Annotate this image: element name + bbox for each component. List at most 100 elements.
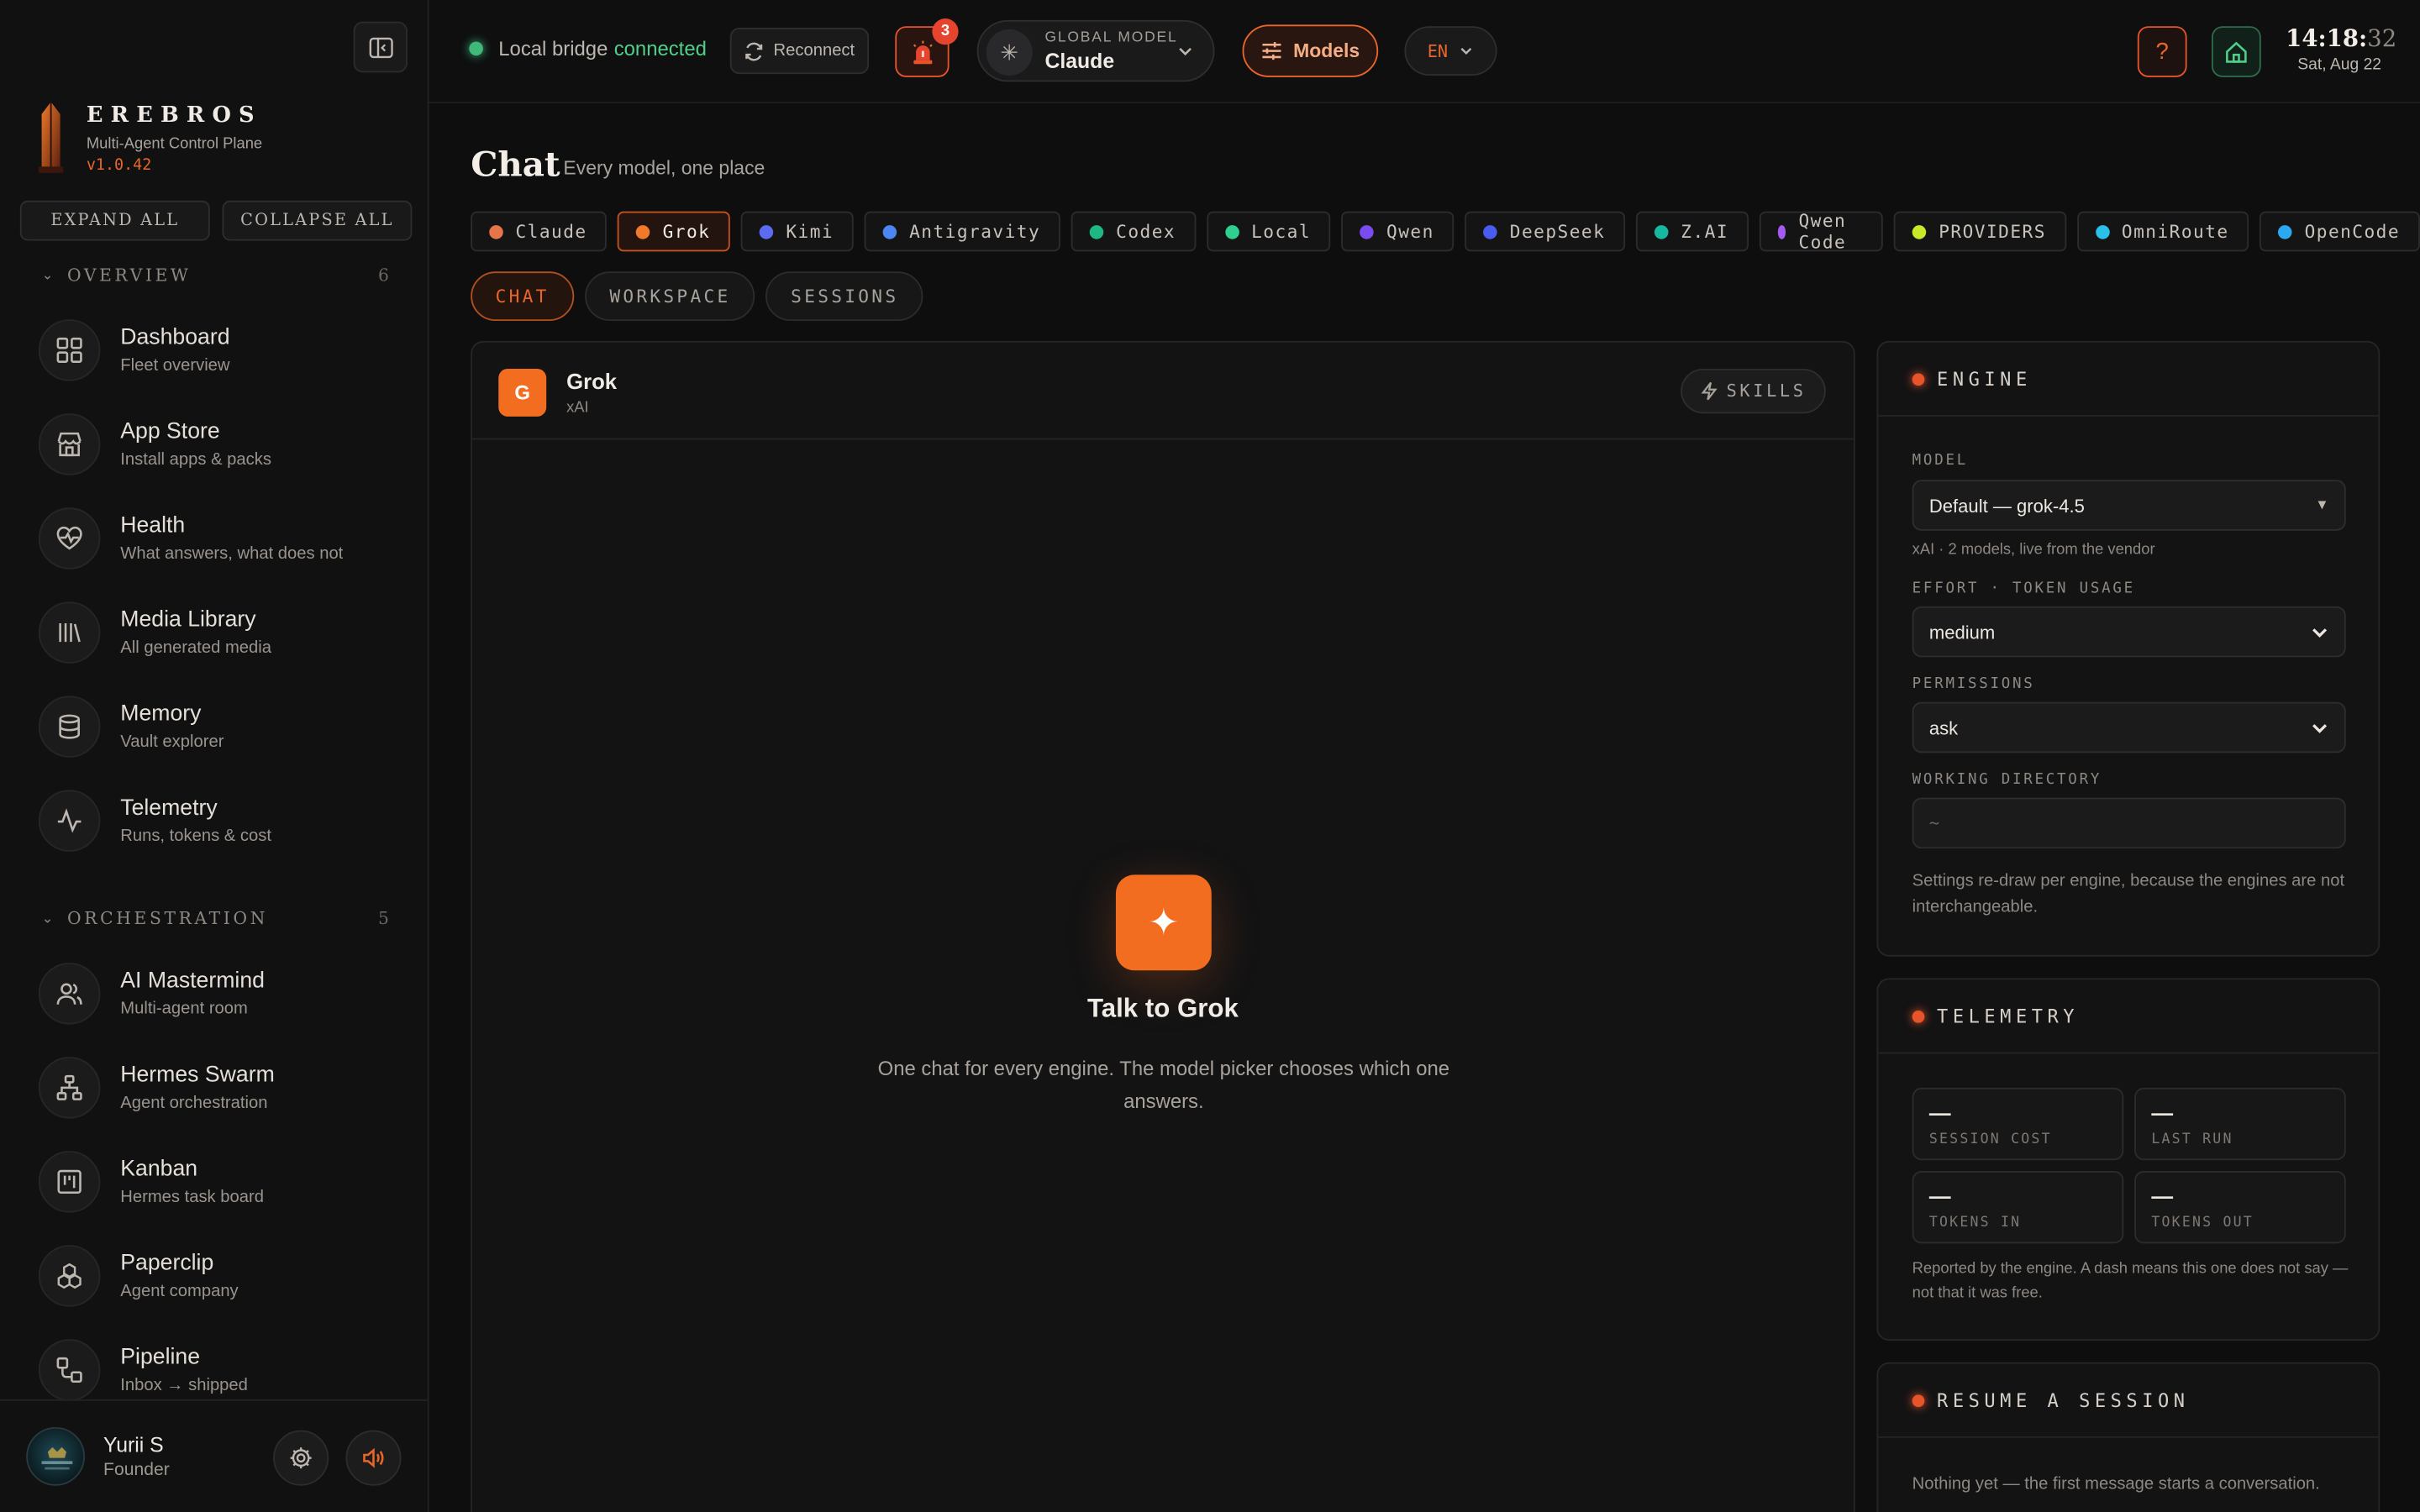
chevron-down-icon [1460,48,1472,55]
avatar[interactable] [26,1426,86,1486]
engine-dot-icon [2278,224,2292,239]
tab-engine-kimi[interactable]: Kimi [741,211,854,252]
global-model-select[interactable]: ✳ GLOBAL MODEL Claude [976,19,1215,82]
clock-hm: 14:18: [2286,24,2368,53]
sidebar-item-ai-mastermind[interactable]: AI Mastermind Multi-agent room [38,957,409,1031]
working-dir-input[interactable]: ~ [1912,797,2346,849]
tab-engine-opencode[interactable]: OpenCode [2260,211,2420,252]
permissions-select-value: ask [1928,717,1959,738]
effort-label: EFFORT · TOKEN USAGE [1912,580,2135,597]
caret-down-icon: ▼ [2315,496,2329,512]
engine-dot-icon [1777,224,1786,239]
lightning-icon [1700,381,1718,401]
database-icon [38,696,101,758]
permissions-select[interactable]: ask [1912,701,2346,753]
clock-date: Sat, Aug 22 [2297,55,2382,75]
bridge-state: connected [613,37,707,60]
section-overview[interactable]: ⌄ OVERVIEW 6 [42,265,389,286]
help-button[interactable]: ? [2137,26,2187,77]
engine-dot-icon [1483,224,1498,239]
boxes-icon [38,1245,101,1307]
engine-dot-icon [636,224,650,239]
brand-logo-icon [34,102,67,173]
tab-engine-providers[interactable]: PROVIDERS [1893,211,2066,252]
skills-button[interactable]: SKILLS [1681,368,1826,414]
tab-engine-z-ai[interactable]: Z.AI [1636,211,1749,252]
sidebar-item-sub: Fleet overview [120,356,230,375]
tab-sessions[interactable]: SESSIONS [765,271,923,322]
engine-dot-icon [489,224,503,239]
sidebar-item-telemetry[interactable]: Telemetry Runs, tokens & cost [38,784,409,858]
sidebar-item-title: Health [120,513,186,539]
stat-tokens-out: — TOKENS OUT [2134,1171,2346,1244]
bridge-label: Local bridge [498,37,608,60]
page-subtitle: Every model, one place [563,157,765,180]
sidebar-item-title: App Store [120,419,220,444]
models-button[interactable]: Models [1242,24,1379,77]
stat-label: LAST RUN [2151,1132,2233,1148]
library-icon [38,601,101,664]
sidebar-item-pipeline[interactable]: Pipeline Inbox → shipped [38,1333,409,1407]
stat-session-cost: — SESSION COST [1912,1087,2124,1161]
sidebar-item-sub: Inbox → shipped [120,1376,248,1395]
heart-pulse-icon [38,507,101,570]
tab-engine-codex[interactable]: Codex [1071,211,1196,252]
engine-card-title: ENGINE [1937,368,2032,390]
tab-chat[interactable]: CHAT [471,271,575,322]
section-overview-count: 6 [377,265,389,286]
tab-engine-omniroute[interactable]: OmniRoute [2076,211,2249,252]
tab-engine-deepseek[interactable]: DeepSeek [1465,211,1626,252]
reconnect-button[interactable]: Reconnect [729,28,870,75]
tab-engine-claude[interactable]: Claude [471,211,608,252]
sidebar-item-memory[interactable]: Memory Vault explorer [38,690,409,764]
resume-card-title: RESUME A SESSION [1937,1389,2190,1411]
sidebar-item-dashboard[interactable]: Dashboard Fleet overview [38,313,409,387]
tab-engine-antigravity[interactable]: Antigravity [864,211,1061,252]
chevron-down-icon [2312,628,2328,638]
section-orchestration-count: 5 [377,908,389,929]
sidebar-item-title: Dashboard [120,325,230,350]
effort-select[interactable]: medium [1912,606,2346,658]
model-select[interactable]: Default — grok-4.5 ▼ [1912,480,2346,531]
tab-engine-local[interactable]: Local [1206,211,1331,252]
resume-note: Nothing yet — the first message starts a… [1912,1474,2320,1494]
tab-engine-grok[interactable]: Grok [618,211,731,252]
tab-label: Kimi [786,220,834,243]
sidebar-item-sub: Runs, tokens & cost [120,827,271,846]
home-button[interactable] [2211,26,2261,77]
sidebar-toggle-button[interactable] [353,21,408,73]
collapse-all-button[interactable]: COLLAPSE ALL [222,200,413,241]
sidebar-item-kanban[interactable]: Kanban Hermes task board [38,1145,409,1219]
section-orchestration[interactable]: ⌄ ORCHESTRATION 5 [42,909,389,929]
alerts-button[interactable]: 3 [895,18,959,77]
telemetry-card-title: TELEMETRY [1937,1005,2080,1027]
tab-engine-qwen-code[interactable]: Qwen Code [1759,210,1884,253]
engine-dot-icon [1655,224,1669,239]
sidebar-item-health[interactable]: Health What answers, what does not [38,501,409,575]
tab-engine-qwen[interactable]: Qwen [1341,211,1455,252]
expand-all-button[interactable]: EXPAND ALL [19,200,210,241]
skills-label: SKILLS [1726,381,1807,402]
sidebar-item-hermes-swarm[interactable]: Hermes Swarm Agent orchestration [38,1051,409,1125]
user-role: Founder [103,1461,170,1480]
store-icon [38,413,101,475]
sidebar-item-media-library[interactable]: Media Library All generated media [38,596,409,669]
model-hint: xAI · 2 models, live from the vendor [1912,541,2155,559]
refresh-icon [745,41,763,60]
sidebar-item-title: Kanban [120,1157,198,1182]
settings-button[interactable] [273,1430,329,1486]
sound-button[interactable] [345,1430,402,1486]
reconnect-label: Reconnect [773,41,855,60]
sidebar-item-sub: What answers, what does not [120,544,344,564]
engine-dot-icon [1912,224,1927,239]
sidebar-item-app-store[interactable]: App Store Install apps & packs [38,407,409,481]
siren-icon [912,39,932,64]
language-select[interactable]: EN [1404,26,1497,76]
sidebar-item-paperclip[interactable]: Paperclip Agent company [38,1239,409,1313]
tab-workspace[interactable]: WORKSPACE [584,271,755,322]
effort-select-value: medium [1928,621,1996,643]
sidebar-item-sub: Multi-agent room [120,1000,248,1019]
status-dot-icon [1912,1010,1925,1022]
engine-avatar: G [498,368,547,417]
mode-tabs: CHAT WORKSPACE SESSIONS [471,271,923,322]
